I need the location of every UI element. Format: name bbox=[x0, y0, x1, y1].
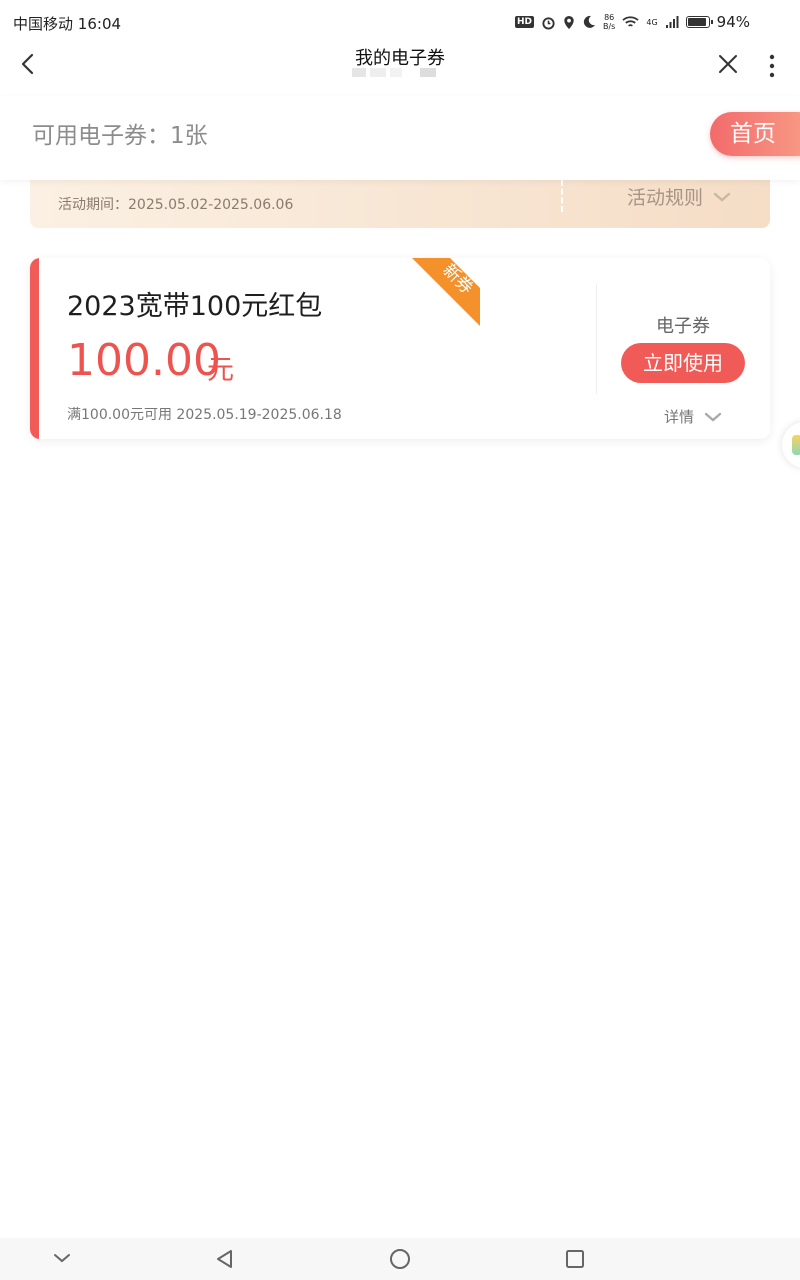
coupon-amount: 100.00 bbox=[67, 335, 221, 386]
status-icons: HD 86 B/s 4G 94% bbox=[514, 13, 750, 31]
coupon-divider bbox=[596, 284, 597, 394]
more-button[interactable] bbox=[760, 52, 784, 80]
activity-rules-label: 活动规则 bbox=[627, 187, 704, 209]
assistant-icon bbox=[792, 435, 800, 455]
coupon-name: 2023宽带100元红包 bbox=[67, 291, 323, 322]
net-speed-unit: B/s bbox=[603, 22, 616, 31]
signal-icon bbox=[665, 16, 679, 28]
page-title: 我的电子券 bbox=[355, 48, 445, 69]
status-carrier-time: 中国移动 16:04 bbox=[13, 13, 121, 34]
hd-icon: HD bbox=[514, 16, 534, 28]
battery-fill bbox=[687, 18, 707, 26]
use-now-button[interactable]: 立即使用 bbox=[621, 343, 745, 383]
status-bar: 中国移动 16:04 HD 86 B/s 4G 94% bbox=[0, 0, 800, 44]
battery-percent: 94% bbox=[716, 13, 750, 31]
mask-block bbox=[370, 68, 386, 77]
net-speed: 86 B/s bbox=[603, 13, 615, 31]
mask-block bbox=[352, 68, 366, 77]
nav-bar: 我的电子券 bbox=[0, 44, 800, 96]
home-button[interactable]: 首页 bbox=[710, 112, 800, 156]
system-nav-bar bbox=[0, 1238, 800, 1280]
mask-block bbox=[390, 68, 402, 77]
battery-icon bbox=[685, 16, 713, 28]
close-button[interactable] bbox=[716, 52, 740, 76]
detail-label: 详情 bbox=[664, 408, 695, 426]
system-recents-button[interactable] bbox=[564, 1248, 586, 1270]
activity-rules-toggle[interactable]: 活动规则 bbox=[627, 183, 731, 210]
clock: 16:04 bbox=[77, 15, 122, 33]
chevron-down-icon bbox=[713, 192, 731, 202]
carrier-name: 中国移动 bbox=[13, 15, 74, 33]
banner-divider bbox=[561, 180, 563, 212]
detail-toggle[interactable]: 详情 bbox=[664, 406, 722, 427]
coupon-stripe bbox=[30, 258, 39, 439]
alarm-icon bbox=[542, 16, 555, 30]
location-icon bbox=[564, 15, 574, 29]
coupon-unit: 元 bbox=[207, 355, 234, 386]
masked-subtitle bbox=[352, 68, 436, 77]
coupon-card[interactable]: 2023宽带100元红包 100.00 元 满100.00元可用 2025.05… bbox=[30, 258, 770, 439]
coupon-condition: 满100.00元可用 2025.05.19-2025.06.18 bbox=[67, 407, 342, 423]
moon-icon bbox=[583, 15, 595, 28]
system-back-button[interactable] bbox=[214, 1248, 236, 1270]
wifi-icon bbox=[622, 16, 639, 27]
net-speed-value: 86 bbox=[604, 13, 615, 22]
floating-assistant[interactable] bbox=[782, 422, 800, 468]
network-type: 4G bbox=[646, 17, 658, 27]
available-count: 可用电子券：1张 bbox=[32, 123, 208, 149]
activity-period: 活动期间：2025.05.02-2025.06.06 bbox=[58, 197, 294, 213]
coupon-count-header: 可用电子券：1张 首页 bbox=[0, 96, 800, 180]
system-home-button[interactable] bbox=[389, 1248, 411, 1270]
coupon-type: 电子券 bbox=[656, 316, 710, 337]
mask-block bbox=[420, 68, 436, 77]
collapse-button[interactable] bbox=[52, 1248, 72, 1268]
chevron-down-icon bbox=[704, 412, 722, 422]
new-coupon-tag: 新券 bbox=[412, 258, 480, 326]
